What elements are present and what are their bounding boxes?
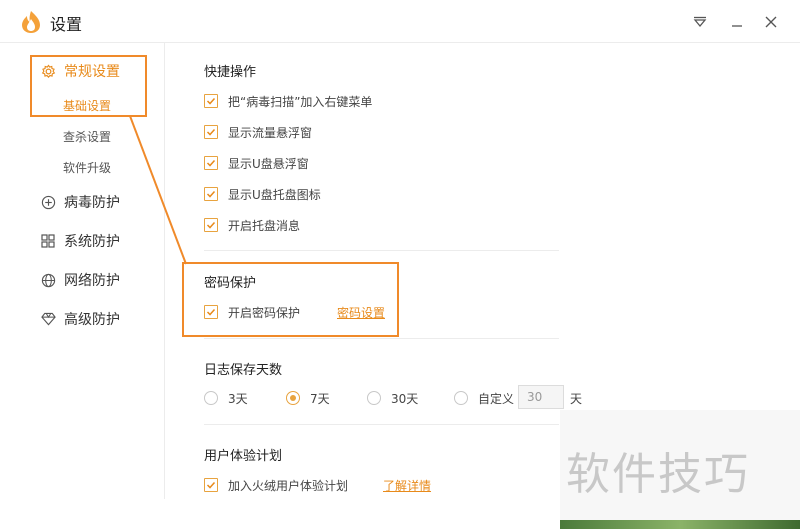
option-row[interactable]: 显示U盘托盘图标 (204, 186, 321, 202)
sidebar-item-label: 系统防护 (64, 234, 120, 250)
checkbox-checked[interactable] (204, 187, 218, 201)
password-settings-link[interactable]: 密码设置 (337, 304, 385, 321)
divider (204, 250, 559, 251)
checkbox-checked[interactable] (204, 156, 218, 170)
sub-item-scan[interactable]: 查杀设置 (63, 128, 111, 145)
learn-more-link[interactable]: 了解详情 (383, 477, 431, 494)
title-bar: 设置 (0, 0, 800, 43)
password-title: 密码保护 (204, 276, 257, 291)
ux-plan-title: 用户体验计划 (204, 449, 283, 464)
sidebar-item-virus[interactable]: 病毒防护 (40, 191, 120, 213)
sidebar-item-label: 高级防护 (64, 312, 120, 328)
option-label: 加入火绒用户体验计划 (228, 478, 349, 493)
checkbox-checked[interactable] (204, 94, 218, 108)
radio-button[interactable] (454, 391, 468, 405)
option-row[interactable]: 显示U盘悬浮窗 (204, 155, 309, 171)
menu-dropdown-icon[interactable] (690, 12, 710, 32)
radio-option[interactable]: 自定义 (454, 390, 514, 406)
option-label: 把“病毒扫描”加入右键菜单 (228, 94, 373, 109)
option-label: 显示U盘悬浮窗 (228, 156, 309, 171)
desktop-background (560, 520, 800, 529)
settings-window: 设置 常规设置 基础设置 查杀设置 软件升级 病毒防护 系统防护 网络防护 高级… (0, 0, 800, 529)
days-unit: 天 (570, 392, 583, 406)
log-days-title: 日志保存天数 (204, 363, 283, 378)
watermark: 软件技巧 (566, 449, 750, 500)
radio-label: 7天 (310, 391, 330, 406)
radio-button-selected[interactable] (286, 391, 300, 405)
plus-circle-icon (40, 194, 56, 210)
sidebar-item-advanced[interactable]: 高级防护 (40, 308, 120, 330)
radio-option[interactable]: 3天 (204, 390, 248, 406)
huorong-logo-icon (20, 10, 42, 34)
radio-option[interactable]: 30天 (367, 390, 418, 406)
option-row[interactable]: 加入火绒用户体验计划 (204, 477, 348, 493)
option-label: 显示流量悬浮窗 (228, 125, 313, 140)
sidebar-item-general[interactable]: 常规设置 (40, 60, 120, 82)
radio-label: 30天 (391, 391, 419, 406)
radio-option[interactable]: 7天 (286, 390, 330, 406)
sub-item-basic[interactable]: 基础设置 (63, 97, 111, 114)
sub-item-upgrade[interactable]: 软件升级 (63, 159, 111, 176)
sidebar-item-system[interactable]: 系统防护 (40, 230, 120, 252)
quick-ops-title: 快捷操作 (204, 65, 257, 80)
grid-icon (40, 233, 56, 249)
sidebar-item-network[interactable]: 网络防护 (40, 269, 120, 291)
sidebar: 常规设置 基础设置 查杀设置 软件升级 病毒防护 系统防护 网络防护 高级防护 (0, 43, 165, 499)
option-label: 开启密码保护 (228, 305, 301, 320)
custom-days-input[interactable]: 30 (518, 385, 564, 409)
checkbox-checked[interactable] (204, 305, 218, 319)
diamond-icon (40, 311, 56, 327)
checkbox-checked[interactable] (204, 218, 218, 232)
window-title: 设置 (50, 15, 83, 34)
divider (204, 338, 559, 339)
radio-label: 自定义 (478, 391, 515, 406)
checkbox-checked[interactable] (204, 478, 218, 492)
radio-button[interactable] (204, 391, 218, 405)
close-icon[interactable] (761, 12, 781, 32)
sidebar-item-label: 常规设置 (64, 64, 120, 80)
radio-label: 3天 (228, 391, 248, 406)
minimize-icon[interactable] (727, 12, 747, 32)
sidebar-item-label: 病毒防护 (64, 195, 120, 211)
option-row[interactable]: 开启密码保护 (204, 304, 300, 320)
option-row[interactable]: 显示流量悬浮窗 (204, 124, 312, 140)
globe-icon (40, 272, 56, 288)
gear-icon (40, 63, 56, 79)
sidebar-item-label: 网络防护 (64, 273, 120, 289)
option-label: 显示U盘托盘图标 (228, 187, 321, 202)
option-row[interactable]: 把“病毒扫描”加入右键菜单 (204, 93, 372, 109)
divider (204, 424, 559, 425)
radio-button[interactable] (367, 391, 381, 405)
option-label: 开启托盘消息 (228, 218, 301, 233)
checkbox-checked[interactable] (204, 125, 218, 139)
option-row[interactable]: 开启托盘消息 (204, 217, 300, 233)
